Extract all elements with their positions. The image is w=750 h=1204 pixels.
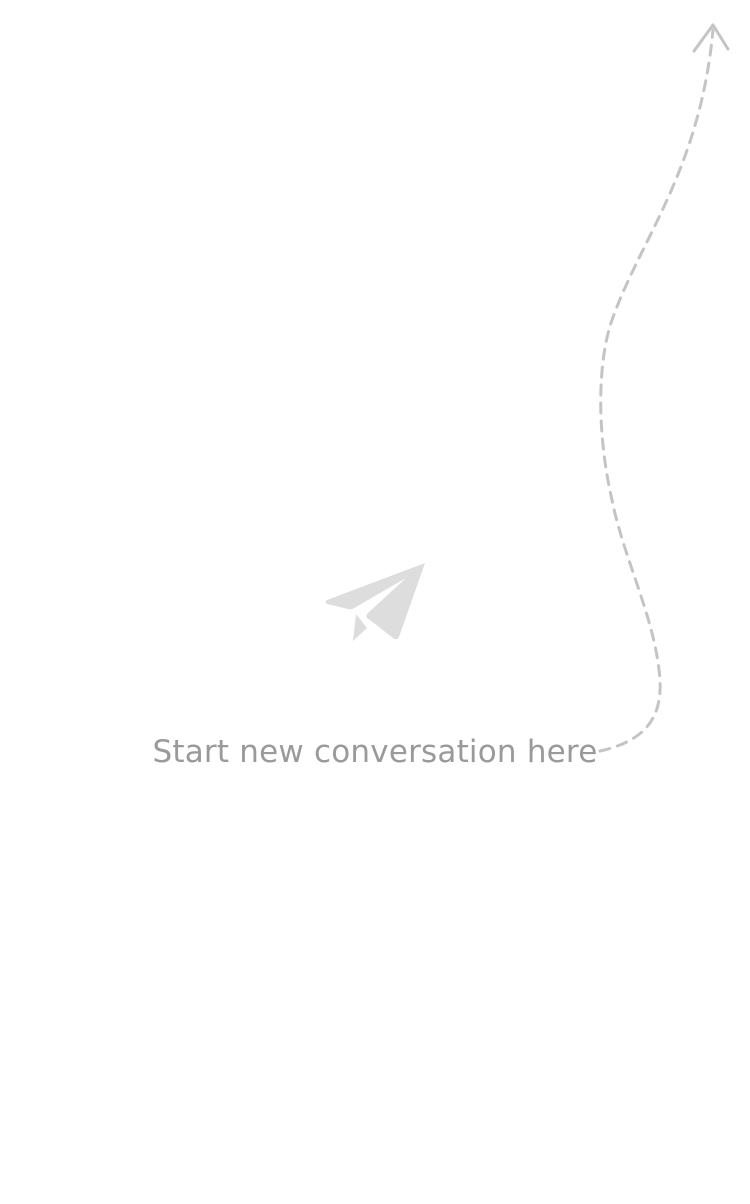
empty-state-message: Start new conversation here: [152, 734, 598, 770]
paper-plane-body: [325, 563, 425, 640]
paper-plane-icon: [322, 560, 428, 644]
arrow-dashed-curve: [598, 28, 715, 753]
empty-conversation-screen: Start new conversation here: [0, 0, 750, 1204]
paper-plane-tail: [353, 614, 367, 641]
arrow-head: [692, 23, 730, 53]
